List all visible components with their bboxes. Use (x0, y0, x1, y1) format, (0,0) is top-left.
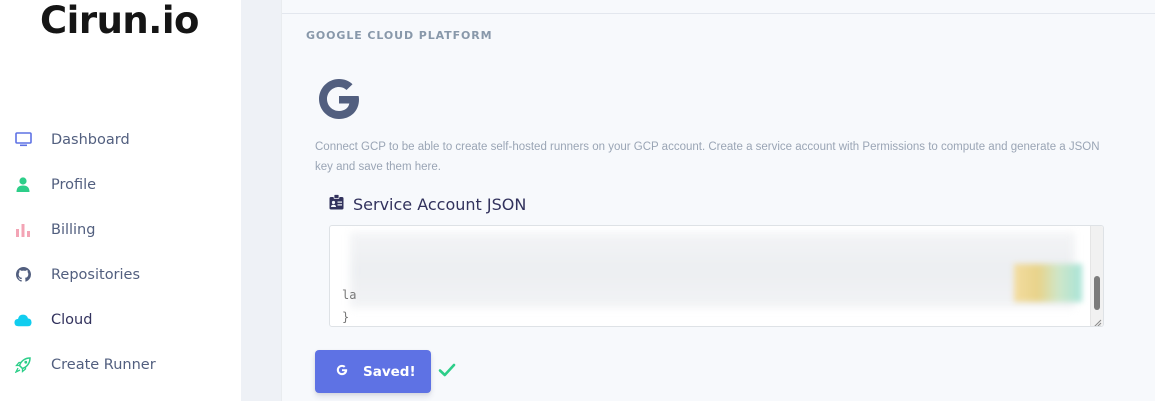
sidebar-item-billing[interactable]: Billing (0, 207, 241, 252)
bar-chart-icon (14, 221, 32, 239)
sidebar-item-label: Billing (51, 221, 96, 238)
sidebar-nav: Dashboard Profile Billing Repositories C… (0, 117, 241, 387)
user-icon (14, 176, 32, 194)
google-g-icon (312, 72, 366, 126)
sidebar-item-dashboard[interactable]: Dashboard (0, 117, 241, 162)
sidebar-item-repositories[interactable]: Repositories (0, 252, 241, 297)
check-icon (438, 362, 456, 378)
app-logo[interactable]: Cirun.io (40, 0, 199, 42)
gcp-description: Connect GCP to be able to create self-ho… (315, 141, 1100, 173)
monitor-icon (14, 131, 32, 149)
textarea-scrollbar[interactable] (1090, 226, 1103, 326)
id-badge-icon (329, 194, 344, 215)
github-icon (14, 266, 32, 284)
sidebar-item-create-runner[interactable]: Create Runner (0, 342, 241, 387)
redacted-content (1014, 264, 1082, 302)
json-line: } (342, 310, 350, 324)
main-content: GOOGLE CLOUD PLATFORM Connect GCP to be … (281, 0, 1155, 401)
json-line: la (342, 288, 357, 302)
sidebar-item-label: Dashboard (51, 131, 130, 148)
section-title: GOOGLE CLOUD PLATFORM (306, 29, 493, 42)
service-account-json-input[interactable]: la } (329, 225, 1104, 327)
divider (282, 13, 1155, 14)
sidebar-item-label: Create Runner (51, 356, 156, 373)
sidebar-item-profile[interactable]: Profile (0, 162, 241, 207)
json-text: la } (342, 226, 1087, 326)
sidebar: Cirun.io Dashboard Profile Billing Repos… (0, 0, 241, 401)
service-account-label: Service Account JSON (329, 194, 526, 215)
sidebar-item-label: Repositories (51, 266, 141, 283)
save-button-label: Saved! (363, 363, 416, 380)
save-button[interactable]: Saved! (315, 350, 431, 393)
sidebar-item-label: Cloud (51, 311, 93, 328)
sidebar-item-cloud[interactable]: Cloud (0, 297, 241, 342)
resize-handle-icon[interactable] (1092, 315, 1102, 326)
sidebar-item-label: Profile (51, 176, 97, 193)
redacted-content (350, 232, 1075, 308)
google-g-icon (335, 363, 349, 380)
scrollbar-thumb[interactable] (1094, 276, 1100, 310)
field-label-text: Service Account JSON (353, 195, 527, 214)
rocket-icon (14, 356, 32, 374)
cloud-icon (14, 311, 32, 329)
